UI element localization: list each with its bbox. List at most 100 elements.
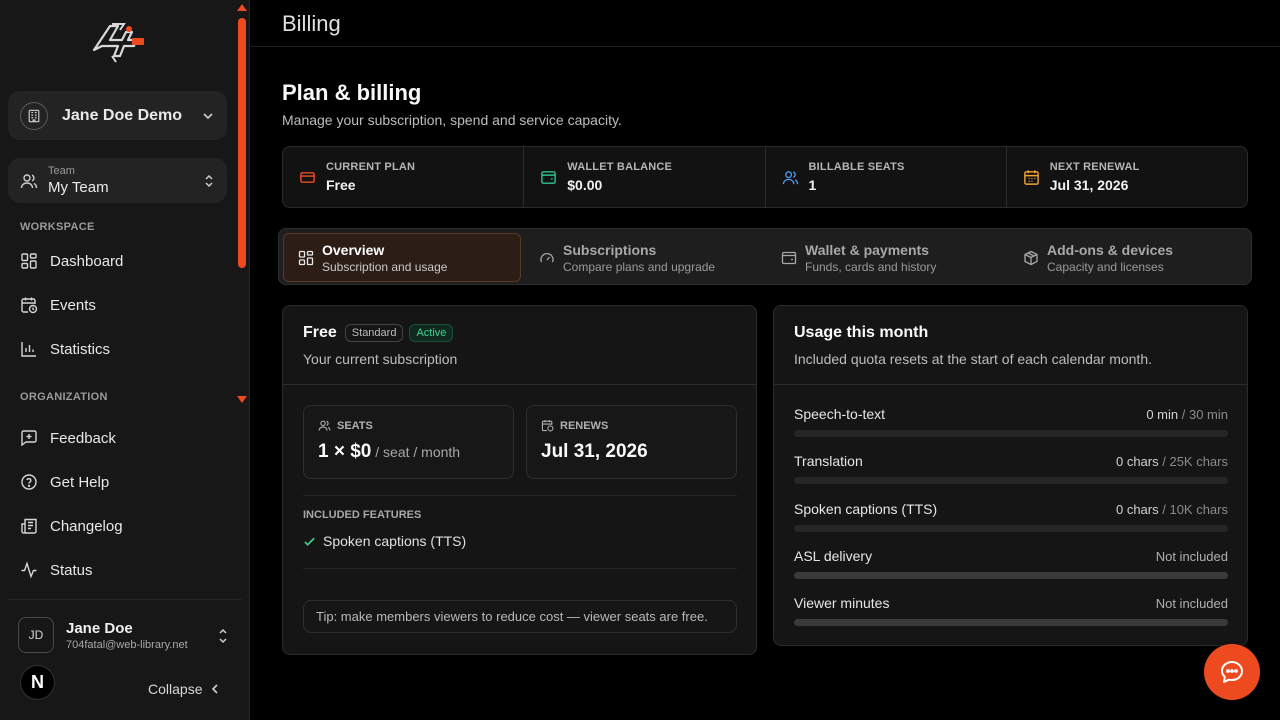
sidebar-item-label: Statistics — [50, 340, 111, 358]
plan-header: Free Standard Active — [303, 324, 459, 342]
workspace-section-label: WORKSPACE — [20, 221, 95, 233]
user-name[interactable]: Jane Doe — [66, 620, 133, 637]
team-switcher[interactable]: Team My Team — [8, 158, 227, 203]
seats-unit: / seat / month — [371, 444, 461, 460]
divider — [8, 599, 242, 600]
stat-label: WALLET BALANCE — [567, 161, 673, 173]
sidebar-item-get-help[interactable]: Get Help — [8, 465, 227, 499]
meter-limit: / 10K chars — [1158, 502, 1228, 517]
stat-value: 1 — [808, 177, 817, 193]
next-badge[interactable]: N — [20, 665, 55, 700]
meter-name: Viewer minutes — [794, 595, 890, 611]
sidebar-item-status[interactable]: Status — [8, 553, 227, 587]
tab-subtitle: Compare plans and upgrade — [563, 259, 716, 274]
chevron-up-down-icon — [203, 174, 215, 188]
tier-badge: Standard — [344, 324, 404, 342]
renews-label: RENEWS — [560, 419, 609, 432]
chevron-down-icon — [201, 109, 215, 123]
plan-subtitle: Your current subscription — [303, 351, 458, 367]
team-label: Team — [48, 165, 75, 177]
brand-logo-icon[interactable] — [88, 18, 146, 64]
usage-title: Usage this month — [794, 324, 929, 341]
wallet-icon — [781, 250, 797, 266]
tab-subtitle: Subscription and usage — [322, 259, 448, 274]
chat-bubble-icon — [1219, 659, 1245, 685]
sidebar-item-events[interactable]: Events — [8, 288, 227, 322]
meter-viewer-minutes: Viewer minutes Not included — [794, 595, 1228, 626]
divider — [774, 384, 1247, 385]
sidebar-item-label: Feedback — [50, 429, 116, 447]
divider — [303, 568, 737, 569]
bar-chart-icon — [20, 340, 38, 358]
collapse-label: Collapse — [148, 681, 203, 697]
seats-value: 1 × $0 — [318, 441, 372, 462]
calendar-clock-icon — [20, 296, 38, 314]
scroll-down-arrow-icon[interactable] — [237, 396, 247, 403]
stat-billable-seats: BILLABLE SEATS 1 — [766, 147, 1007, 207]
divider — [303, 495, 737, 496]
organization-switcher[interactable]: Jane Doe Demo — [8, 91, 227, 140]
seats-box: SEATS 1 × $0 / seat / month — [303, 405, 514, 479]
chevron-left-icon — [202, 683, 220, 695]
usage-card: Usage this month Included quota resets a… — [773, 305, 1248, 646]
tab-addons-devices[interactable]: Add-ons & devices Capacity and licenses — [1009, 233, 1247, 282]
stat-value: Jul 31, 2026 — [1049, 177, 1129, 193]
sidebar-item-label: Events — [50, 296, 96, 314]
credit-card-icon — [299, 169, 316, 186]
meter-value: 0 chars / 10K chars — [1116, 502, 1228, 517]
gauge-icon — [539, 250, 555, 266]
sidebar-item-feedback[interactable]: Feedback — [8, 421, 227, 455]
meter-limit: / 30 min — [1178, 407, 1228, 422]
billing-tabs: Overview Subscription and usage Subscrip… — [278, 228, 1252, 285]
tab-title: Add-ons & devices — [1047, 241, 1174, 258]
activity-icon — [20, 561, 38, 579]
meter-bar — [794, 430, 1228, 437]
tab-title: Subscriptions — [563, 241, 657, 258]
organization-section-label: ORGANIZATION — [20, 391, 108, 403]
building-icon — [20, 101, 48, 130]
calendar-clock-icon — [541, 419, 560, 432]
scroll-up-arrow-icon[interactable] — [237, 4, 247, 11]
sidebar-scroll-thumb[interactable] — [238, 18, 246, 268]
sidebar-item-label: Status — [50, 561, 93, 579]
stat-label: NEXT RENEWAL — [1049, 161, 1140, 173]
tab-subscriptions[interactable]: Subscriptions Compare plans and upgrade — [525, 233, 763, 282]
renews-box: RENEWS Jul 31, 2026 — [526, 405, 737, 479]
meter-value: 0 chars / 25K chars — [1116, 454, 1228, 469]
stat-value: Free — [326, 177, 356, 193]
user-email[interactable]: 704fatal@web-library.net — [66, 639, 206, 651]
meter-bar — [794, 619, 1228, 626]
newspaper-icon — [20, 517, 38, 535]
sidebar-item-label: Dashboard — [50, 252, 124, 270]
meter-asl-delivery: ASL delivery Not included — [794, 548, 1228, 579]
chat-button[interactable] — [1204, 644, 1260, 700]
billing-summary: CURRENT PLAN Free WALLET BALANCE $0.00 B… — [282, 146, 1248, 208]
users-icon — [20, 172, 38, 190]
seats-value-row: 1 × $0 / seat / month — [318, 441, 460, 463]
avatar[interactable]: JD — [18, 617, 54, 653]
meter-value: 0 min / 30 min — [1146, 407, 1228, 422]
meter-used: 0 chars — [1115, 454, 1159, 469]
tab-overview[interactable]: Overview Subscription and usage — [283, 233, 521, 282]
help-circle-icon — [20, 473, 38, 491]
meter-bar — [794, 477, 1228, 484]
collapse-button[interactable]: Collapse — [148, 681, 220, 697]
tab-wallet-payments[interactable]: Wallet & payments Funds, cards and histo… — [767, 233, 1005, 282]
plan-card: Free Standard Active Your current subscr… — [282, 305, 757, 655]
meter-value: Not included — [1155, 596, 1228, 611]
check-icon — [303, 535, 323, 548]
package-icon — [1023, 250, 1039, 266]
meter-translation: Translation 0 chars / 25K chars — [794, 453, 1228, 484]
usage-subtitle: Included quota resets at the start of ea… — [794, 351, 1152, 367]
divider — [250, 46, 1280, 47]
chevron-up-down-icon[interactable] — [216, 627, 230, 645]
sidebar-item-statistics[interactable]: Statistics — [8, 332, 227, 366]
plan-name: Free — [303, 324, 337, 341]
meter-used: 0 min — [1146, 407, 1179, 422]
users-icon — [318, 419, 337, 432]
meter-name: Translation — [794, 453, 863, 469]
sidebar-item-dashboard[interactable]: Dashboard — [8, 244, 227, 278]
tab-subtitle: Capacity and licenses — [1047, 259, 1164, 274]
sidebar-item-changelog[interactable]: Changelog — [8, 509, 227, 543]
meter-name: Speech-to-text — [794, 406, 886, 422]
